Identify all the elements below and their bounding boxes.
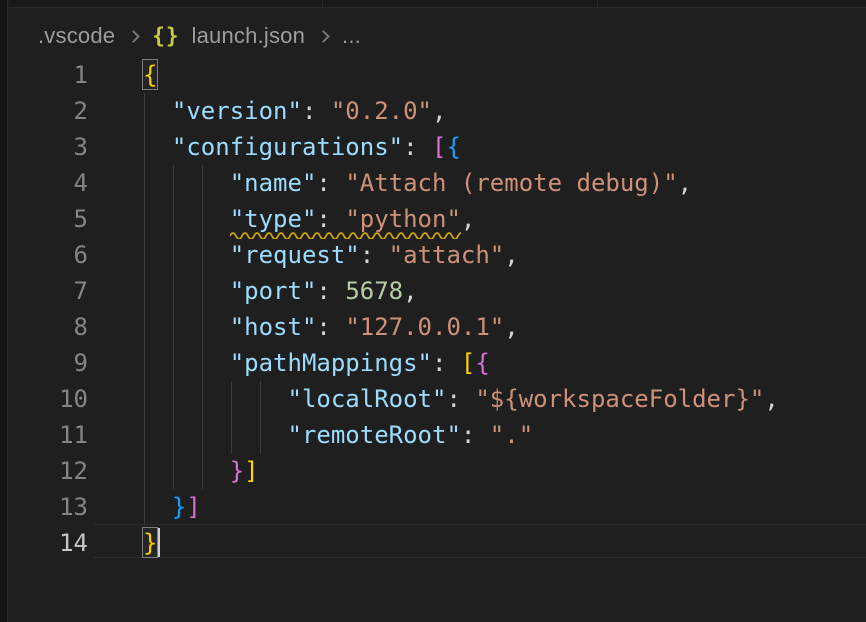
code-token: "Attach (remote debug)": [345, 169, 677, 197]
bracket-match-highlight: [142, 527, 158, 558]
code-line[interactable]: 2 "version": "0.2.0",: [0, 93, 866, 129]
code-line-text: }]: [143, 453, 259, 489]
code-line[interactable]: 9 "pathMappings": [{: [0, 345, 866, 381]
code-token: }: [172, 493, 186, 521]
code-line-text: "pathMappings": [{: [143, 345, 490, 381]
code-token: ,: [504, 241, 518, 269]
code-token: {: [446, 133, 460, 161]
code-token: "pathMappings": [230, 349, 432, 377]
text-cursor: [158, 528, 161, 557]
line-number[interactable]: 5: [0, 201, 88, 237]
code-editor[interactable]: 1{2 "version": "0.2.0",3 "configurations…: [0, 0, 866, 622]
code-token: :: [302, 97, 331, 125]
code-token: ,: [432, 97, 446, 125]
code-line-text: "name": "Attach (remote debug)",: [143, 165, 692, 201]
code-line[interactable]: 6 "request": "attach",: [0, 237, 866, 273]
code-token: [143, 493, 172, 521]
line-number[interactable]: 11: [0, 417, 88, 453]
code-token: [143, 349, 230, 377]
line-number[interactable]: 7: [0, 273, 88, 309]
code-token: :: [360, 241, 389, 269]
code-token: [143, 97, 172, 125]
code-line-text: "version": "0.2.0",: [143, 93, 446, 129]
code-token: [143, 421, 288, 449]
code-line[interactable]: 4 "name": "Attach (remote debug)",: [0, 165, 866, 201]
line-number[interactable]: 8: [0, 309, 88, 345]
code-token: [143, 241, 230, 269]
code-token: [143, 277, 230, 305]
code-token: [143, 169, 230, 197]
code-token: :: [432, 349, 461, 377]
code-line[interactable]: 1{: [0, 57, 866, 93]
code-line-text: "port": 5678,: [143, 273, 418, 309]
code-line[interactable]: 3 "configurations": [{: [0, 129, 866, 165]
code-token: :: [316, 169, 345, 197]
code-token: ]: [244, 457, 258, 485]
code-token: }: [230, 457, 244, 485]
code-token: :: [316, 205, 345, 233]
code-token: [143, 457, 230, 485]
code-token: "port": [230, 277, 317, 305]
code-token: [143, 313, 230, 341]
line-number[interactable]: 1: [0, 57, 88, 93]
code-token: [143, 385, 288, 413]
code-line[interactable]: 14}: [0, 525, 866, 561]
code-token: [: [461, 349, 475, 377]
code-line-text: }]: [143, 489, 201, 525]
code-token: :: [316, 313, 345, 341]
code-token: :: [446, 385, 475, 413]
line-number[interactable]: 4: [0, 165, 88, 201]
code-token: :: [461, 421, 490, 449]
bracket-match-highlight: [142, 59, 158, 90]
code-token: "127.0.0.1": [345, 313, 504, 341]
line-number[interactable]: 3: [0, 129, 88, 165]
code-line-text: "localRoot": "${workspaceFolder}",: [143, 381, 779, 417]
warning-squiggle-icon: [230, 230, 461, 239]
code-token: ".": [490, 421, 533, 449]
line-number[interactable]: 10: [0, 381, 88, 417]
code-line[interactable]: 7 "port": 5678,: [0, 273, 866, 309]
code-token: ,: [764, 385, 778, 413]
code-token: "attach": [389, 241, 505, 269]
line-number[interactable]: 12: [0, 453, 88, 489]
code-token: {: [475, 349, 489, 377]
code-token: 5678: [345, 277, 403, 305]
code-token: "type": [230, 205, 317, 233]
code-line[interactable]: 8 "host": "127.0.0.1",: [0, 309, 866, 345]
code-line[interactable]: 12 }]: [0, 453, 866, 489]
code-token: "python": [345, 205, 461, 233]
code-line[interactable]: 13 }]: [0, 489, 866, 525]
line-number[interactable]: 2: [0, 93, 88, 129]
code-token: ,: [403, 277, 417, 305]
code-token: "remoteRoot": [288, 421, 461, 449]
code-token: "${workspaceFolder}": [475, 385, 764, 413]
code-line-text: "host": "127.0.0.1",: [143, 309, 519, 345]
code-token: "configurations": [172, 133, 403, 161]
code-token: "host": [230, 313, 317, 341]
code-token: "request": [230, 241, 360, 269]
code-token: [143, 133, 172, 161]
code-token: [: [432, 133, 446, 161]
code-token: ,: [461, 205, 475, 233]
code-line-text: "remoteRoot": ".": [143, 417, 533, 453]
line-number[interactable]: 14: [0, 525, 88, 561]
vscode-editor-window: .vscode {} launch.json ... 1{2 "version"…: [0, 0, 866, 622]
code-token: "0.2.0": [331, 97, 432, 125]
code-token: "version": [172, 97, 302, 125]
code-line-text: "configurations": [{: [143, 129, 461, 165]
code-token: "localRoot": [288, 385, 447, 413]
code-token: :: [403, 133, 432, 161]
code-token: "name": [230, 169, 317, 197]
code-token: ,: [678, 169, 692, 197]
code-line[interactable]: 10 "localRoot": "${workspaceFolder}",: [0, 381, 866, 417]
line-number[interactable]: 6: [0, 237, 88, 273]
code-token: [143, 205, 230, 233]
line-number[interactable]: 9: [0, 345, 88, 381]
code-line-text: "request": "attach",: [143, 237, 519, 273]
line-number[interactable]: 13: [0, 489, 88, 525]
code-line[interactable]: 11 "remoteRoot": ".": [0, 417, 866, 453]
code-token: ]: [186, 493, 200, 521]
code-token: ,: [504, 313, 518, 341]
code-token: :: [316, 277, 345, 305]
